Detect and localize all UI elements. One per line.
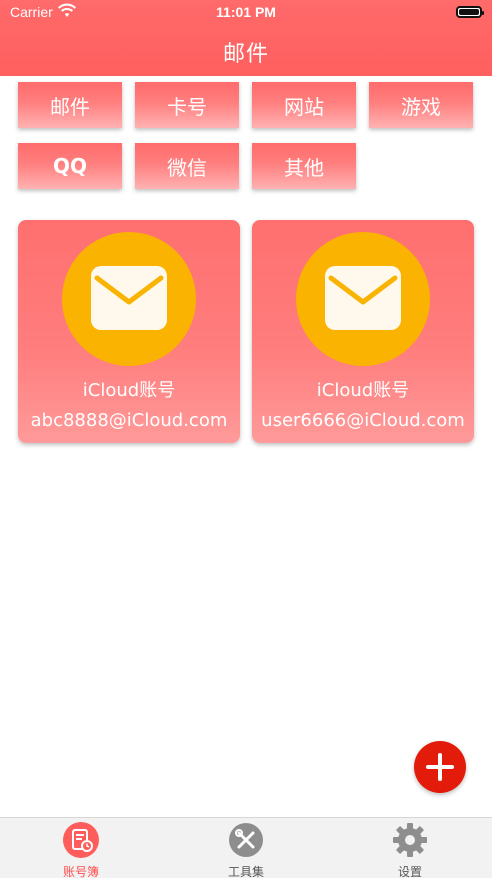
mail-icon-circle: [296, 232, 430, 366]
add-account-button[interactable]: [414, 741, 466, 793]
battery-icon: [456, 6, 484, 18]
category-website-button[interactable]: 网站: [252, 82, 356, 128]
account-email: user6666@iCloud.com: [261, 410, 465, 431]
header: Carrier 11:01 PM 邮件: [0, 0, 492, 76]
account-name: iCloud账号: [82, 380, 176, 401]
tools-icon: [229, 823, 263, 857]
category-card-button[interactable]: 卡号: [135, 82, 239, 128]
tab-tools[interactable]: 工具集: [186, 822, 306, 879]
account-email: abc8888@iCloud.com: [30, 410, 228, 431]
tab-label: 设置: [397, 865, 422, 879]
account-card[interactable]: iCloud账号 user6666@iCloud.com: [252, 220, 474, 443]
status-bar: Carrier 11:01 PM: [0, 0, 492, 24]
tab-label: 工具集: [227, 865, 264, 879]
category-other-button[interactable]: 其他: [252, 143, 356, 189]
category-game-button[interactable]: 游戏: [369, 82, 473, 128]
mail-icon: [325, 266, 401, 330]
category-qq-button[interactable]: QQ: [18, 143, 122, 189]
tab-settings[interactable]: 设置: [350, 822, 470, 879]
account-book-icon: [63, 822, 99, 858]
tab-label: 账号簿: [62, 865, 99, 879]
page-title: 邮件: [222, 42, 269, 67]
settings-icon: [393, 823, 427, 857]
tab-account-book[interactable]: 账号簿: [21, 822, 141, 879]
account-card[interactable]: iCloud账号 abc8888@iCloud.com: [18, 220, 240, 443]
mail-icon: [91, 266, 167, 330]
category-wechat-button[interactable]: 微信: [135, 143, 239, 189]
mail-icon-circle: [62, 232, 196, 366]
category-mail-button[interactable]: 邮件: [18, 82, 122, 128]
tab-bar: 账号簿 工具集 设置: [0, 817, 492, 879]
account-name: iCloud账号: [316, 380, 410, 401]
status-time: 11:01 PM: [216, 4, 276, 20]
